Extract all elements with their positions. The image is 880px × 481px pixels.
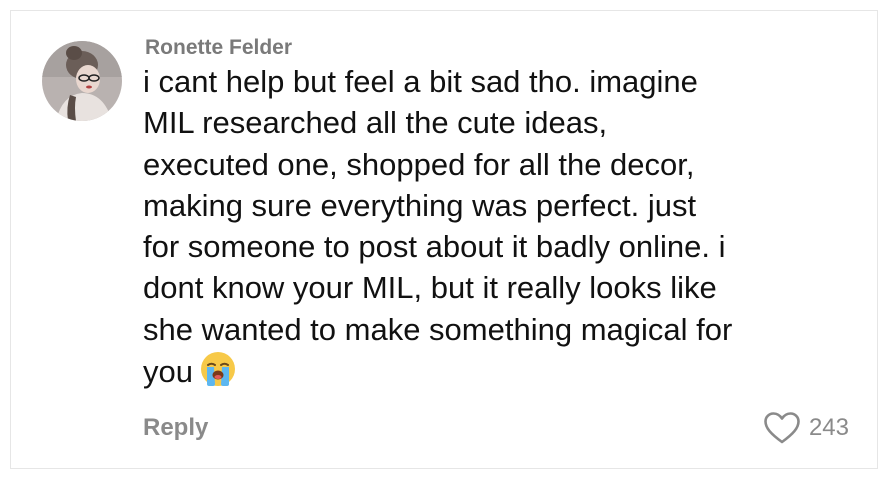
comment-line: making sure everything was perfect. just xyxy=(143,187,697,223)
avatar[interactable] xyxy=(42,41,122,121)
comment-text: i cant help but feel a bit sad tho. imag… xyxy=(143,61,863,392)
comment-line: MIL researched all the cute ideas, xyxy=(143,105,608,141)
comment-line: executed one, shopped for all the decor, xyxy=(143,146,695,182)
comment-line: i cant help but feel a bit sad tho. imag… xyxy=(143,64,698,99)
comment-last-line: you xyxy=(143,350,863,392)
comment-line: she wanted to make something magical for xyxy=(143,311,733,347)
comment-author[interactable]: Ronette Felder xyxy=(145,36,292,60)
avatar-image xyxy=(42,41,122,121)
like-group: 243 xyxy=(763,411,849,445)
comment-line: dont know your MIL, but it really looks … xyxy=(143,270,717,306)
comment-line: for someone to post about it badly onlin… xyxy=(143,229,726,265)
reply-button[interactable]: Reply xyxy=(143,415,208,441)
like-count: 243 xyxy=(808,414,849,441)
loudly-crying-face-emoji-icon xyxy=(200,352,235,387)
comment-card: Ronette Felder i cant help but feel a bi… xyxy=(10,10,878,469)
heart-icon[interactable] xyxy=(763,411,801,445)
comment-line: you xyxy=(143,354,193,390)
